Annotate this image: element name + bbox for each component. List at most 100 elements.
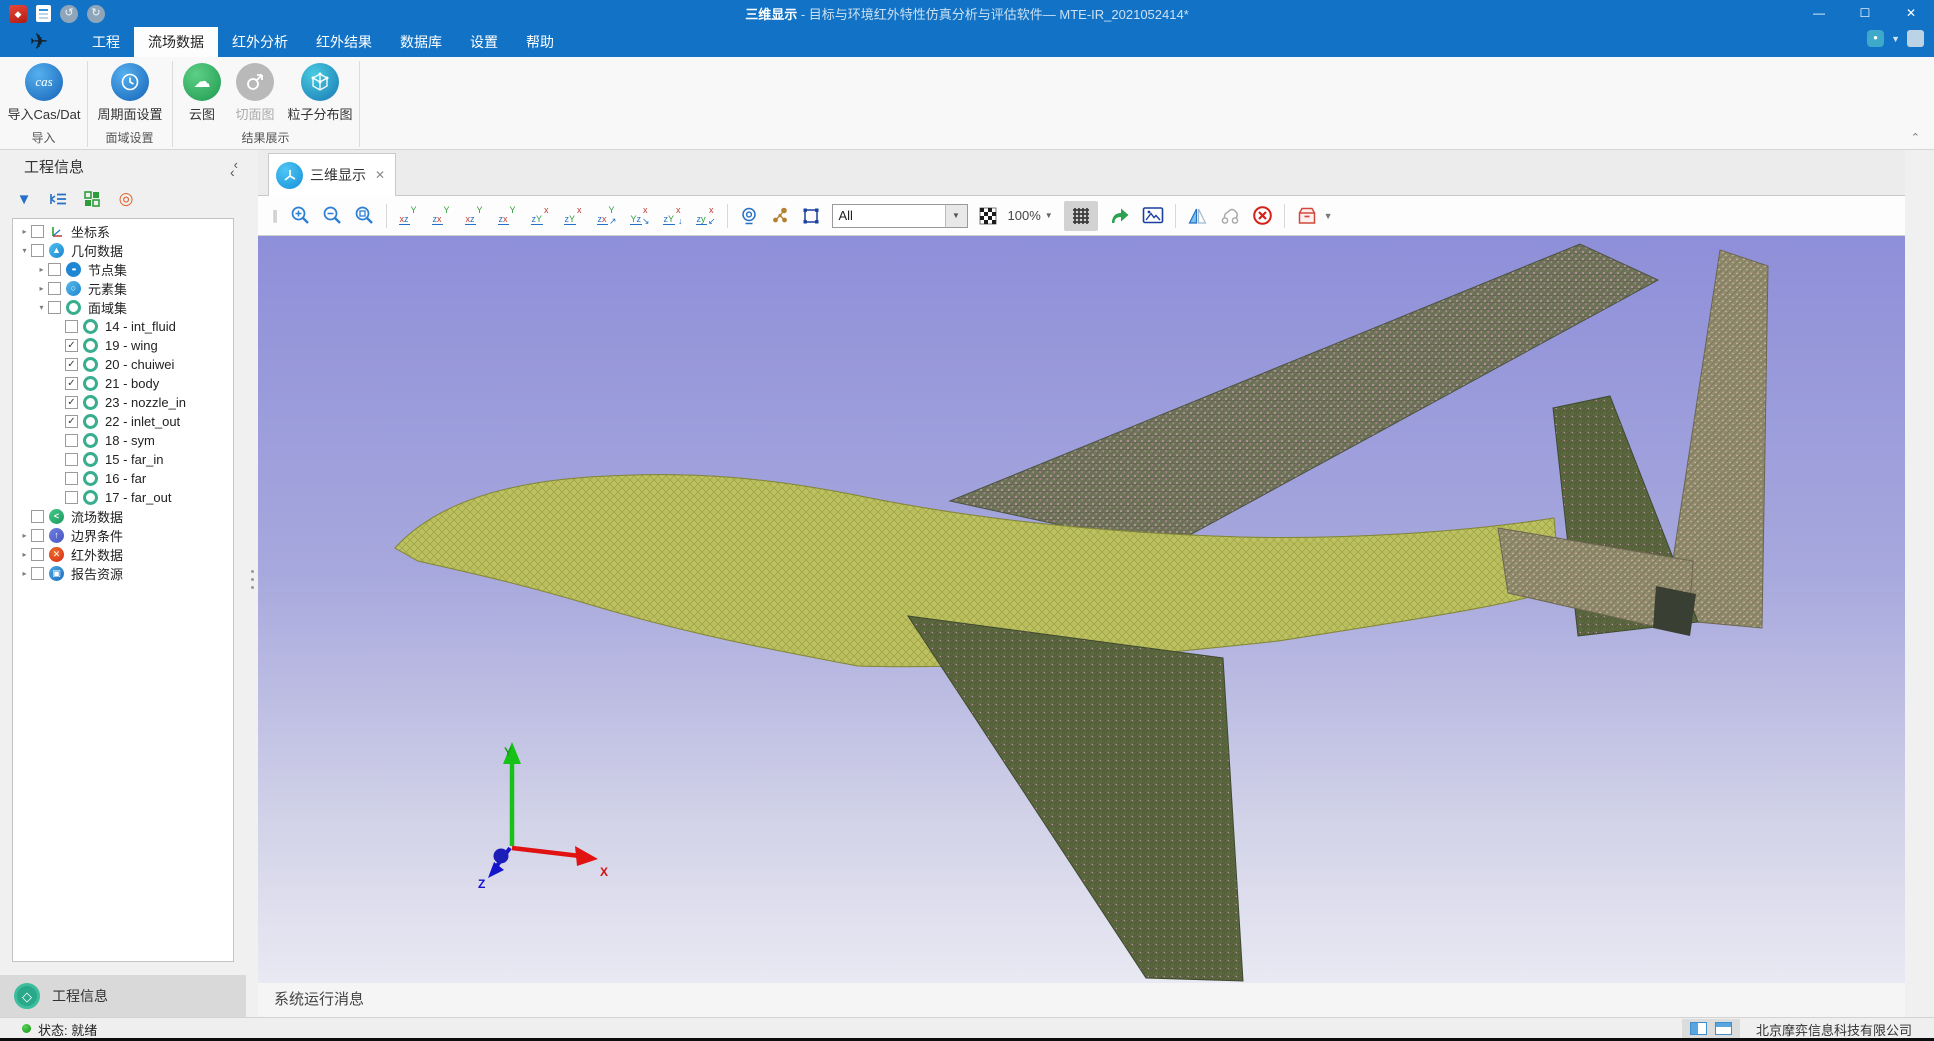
new-document-icon[interactable]: [36, 5, 51, 22]
tree-item-far[interactable]: 16 - far: [13, 469, 233, 488]
molecule-icon[interactable]: [770, 203, 790, 229]
expander-icon[interactable]: ▸: [18, 227, 31, 236]
import-cas-dat-button[interactable]: cas 导入Cas/Dat: [3, 61, 85, 123]
select-region-icon[interactable]: [801, 203, 821, 229]
chat-icon[interactable]: ●: [1867, 30, 1884, 47]
tree-checkbox[interactable]: ✓: [65, 339, 78, 352]
tree-item-node-sets[interactable]: ▸••节点集: [13, 260, 233, 279]
tab-scroll-left-icon[interactable]: ‹: [230, 164, 235, 180]
tree-item-report-resources[interactable]: ▸▣报告资源: [13, 564, 233, 583]
menu-shujuku[interactable]: 数据库: [386, 27, 456, 57]
tree-item-flow-data[interactable]: <流场数据: [13, 507, 233, 526]
view-front-icon[interactable]: Yxz: [398, 206, 419, 226]
tab-close-icon[interactable]: ✕: [375, 168, 385, 182]
view-bottom-icon[interactable]: xzY: [563, 206, 584, 226]
menu-bangzhu[interactable]: 帮助: [512, 27, 568, 57]
tree-checkbox[interactable]: [48, 301, 61, 314]
probe-icon[interactable]: [739, 203, 759, 229]
view-iso-2-icon[interactable]: xYz↘: [629, 206, 650, 226]
tree-checkbox[interactable]: [31, 225, 44, 238]
tree-item-far-out[interactable]: 17 - far_out: [13, 488, 233, 507]
view-iso-4-icon[interactable]: xzy↙: [695, 206, 716, 226]
tree-item-wing[interactable]: ✓19 - wing: [13, 336, 233, 355]
tree-checkbox[interactable]: [31, 529, 44, 542]
layout-single-icon[interactable]: [1715, 1022, 1732, 1035]
menu-hongwaijieguo[interactable]: 红外结果: [302, 27, 386, 57]
cancel-icon[interactable]: [1252, 203, 1273, 229]
expander-icon[interactable]: ▸: [18, 550, 31, 559]
view-iso-3-icon[interactable]: xzY↓: [662, 206, 683, 226]
view-top-icon[interactable]: xzY: [530, 206, 551, 226]
contour-plot-button[interactable]: ☁ 云图: [175, 61, 229, 123]
tree-checkbox[interactable]: [48, 263, 61, 276]
expander-icon[interactable]: ▸: [35, 284, 48, 293]
tree-checkbox[interactable]: [65, 453, 78, 466]
tree-checkbox[interactable]: [48, 282, 61, 295]
tree-checkbox[interactable]: [65, 472, 78, 485]
tree-item-int-fluid[interactable]: 14 - int_fluid: [13, 317, 233, 336]
viewport-3d[interactable]: Y X Z: [258, 236, 1905, 983]
view-right-icon[interactable]: Yzx: [497, 206, 518, 226]
menu-liuchangshuju[interactable]: 流场数据: [134, 27, 218, 57]
tree-checkbox[interactable]: [65, 491, 78, 504]
save-view-dropdown[interactable]: ▼: [1296, 206, 1333, 226]
locate-icon[interactable]: ◎: [116, 189, 136, 209]
redo-icon[interactable]: ↻: [87, 5, 105, 23]
expander-icon[interactable]: ▾: [35, 303, 48, 312]
export-arrow-icon[interactable]: [1109, 203, 1131, 229]
tree-checkbox[interactable]: [31, 244, 44, 257]
particle-distribution-button[interactable]: 粒子分布图: [281, 61, 359, 123]
menu-gongcheng[interactable]: 工程: [78, 27, 134, 57]
tree-checkbox[interactable]: [65, 320, 78, 333]
zoom-out-icon[interactable]: [322, 203, 343, 229]
tree-checkbox[interactable]: [31, 510, 44, 523]
panel-splitter[interactable]: [246, 150, 258, 1017]
tree-item-element-sets[interactable]: ▸○元素集: [13, 279, 233, 298]
project-panel-footer-tab[interactable]: ◇ 工程信息: [0, 975, 246, 1017]
tree-item-chuiwei[interactable]: ✓20 - chuiwei: [13, 355, 233, 374]
combo-caret-icon[interactable]: ▼: [945, 205, 967, 227]
close-button[interactable]: ✕: [1888, 0, 1934, 27]
tree-item-sym[interactable]: 18 - sym: [13, 431, 233, 450]
checker-pattern-icon[interactable]: [979, 203, 997, 229]
expander-icon[interactable]: ▸: [18, 531, 31, 540]
tree-checkbox[interactable]: ✓: [65, 396, 78, 409]
menu-hongwaifenxi[interactable]: 红外分析: [218, 27, 302, 57]
periodic-surface-button[interactable]: 周期面设置: [88, 61, 172, 123]
user-icon[interactable]: [1907, 30, 1924, 47]
grid-view-icon[interactable]: [82, 189, 102, 209]
tree-item-geometry-data[interactable]: ▾▲几何数据: [13, 241, 233, 260]
collapse-list-icon[interactable]: [48, 189, 68, 209]
view-iso-1-icon[interactable]: Yzx↗: [596, 206, 617, 226]
view-left-icon[interactable]: Yxz: [464, 206, 485, 226]
tab-3d-display[interactable]: 三维显示 ✕: [268, 153, 396, 196]
mirror-icon[interactable]: [1187, 203, 1208, 229]
zoom-in-icon[interactable]: [290, 203, 311, 229]
tree-item-far-in[interactable]: 15 - far_in: [13, 450, 233, 469]
layout-split-icon[interactable]: [1690, 1022, 1707, 1035]
tree-checkbox[interactable]: [31, 567, 44, 580]
tree-item-infrared-data[interactable]: ▸✕红外数据: [13, 545, 233, 564]
filter-icon[interactable]: ▼: [14, 189, 34, 209]
tree-item-inlet-out[interactable]: ✓22 - inlet_out: [13, 412, 233, 431]
expander-icon[interactable]: ▸: [18, 569, 31, 578]
tree-checkbox[interactable]: ✓: [65, 358, 78, 371]
dropdown-caret-icon[interactable]: ▼: [1891, 34, 1900, 44]
expander-icon[interactable]: ▸: [35, 265, 48, 274]
grid-toggle-button[interactable]: [1064, 201, 1098, 231]
smooth-network-icon[interactable]: [1219, 203, 1241, 229]
tree-item-body[interactable]: ✓21 - body: [13, 374, 233, 393]
view-back-icon[interactable]: Yzx: [431, 206, 452, 226]
minimize-button[interactable]: —: [1796, 0, 1842, 27]
tree-item-boundary-conditions[interactable]: ▸↑边界条件: [13, 526, 233, 545]
tree-checkbox[interactable]: ✓: [65, 377, 78, 390]
system-message-bar[interactable]: 系统运行消息: [258, 983, 1905, 1017]
display-filter-combo[interactable]: All ▼: [832, 204, 968, 228]
tree-checkbox[interactable]: [65, 434, 78, 447]
maximize-button[interactable]: ☐: [1842, 0, 1888, 27]
ribbon-collapse-icon[interactable]: ⌃: [1911, 128, 1920, 148]
tree-checkbox[interactable]: [31, 548, 44, 561]
undo-icon[interactable]: ↺: [60, 5, 78, 23]
app-icon[interactable]: ◆: [9, 5, 27, 23]
toolbar-drag-handle[interactable]: ∥: [272, 203, 279, 229]
